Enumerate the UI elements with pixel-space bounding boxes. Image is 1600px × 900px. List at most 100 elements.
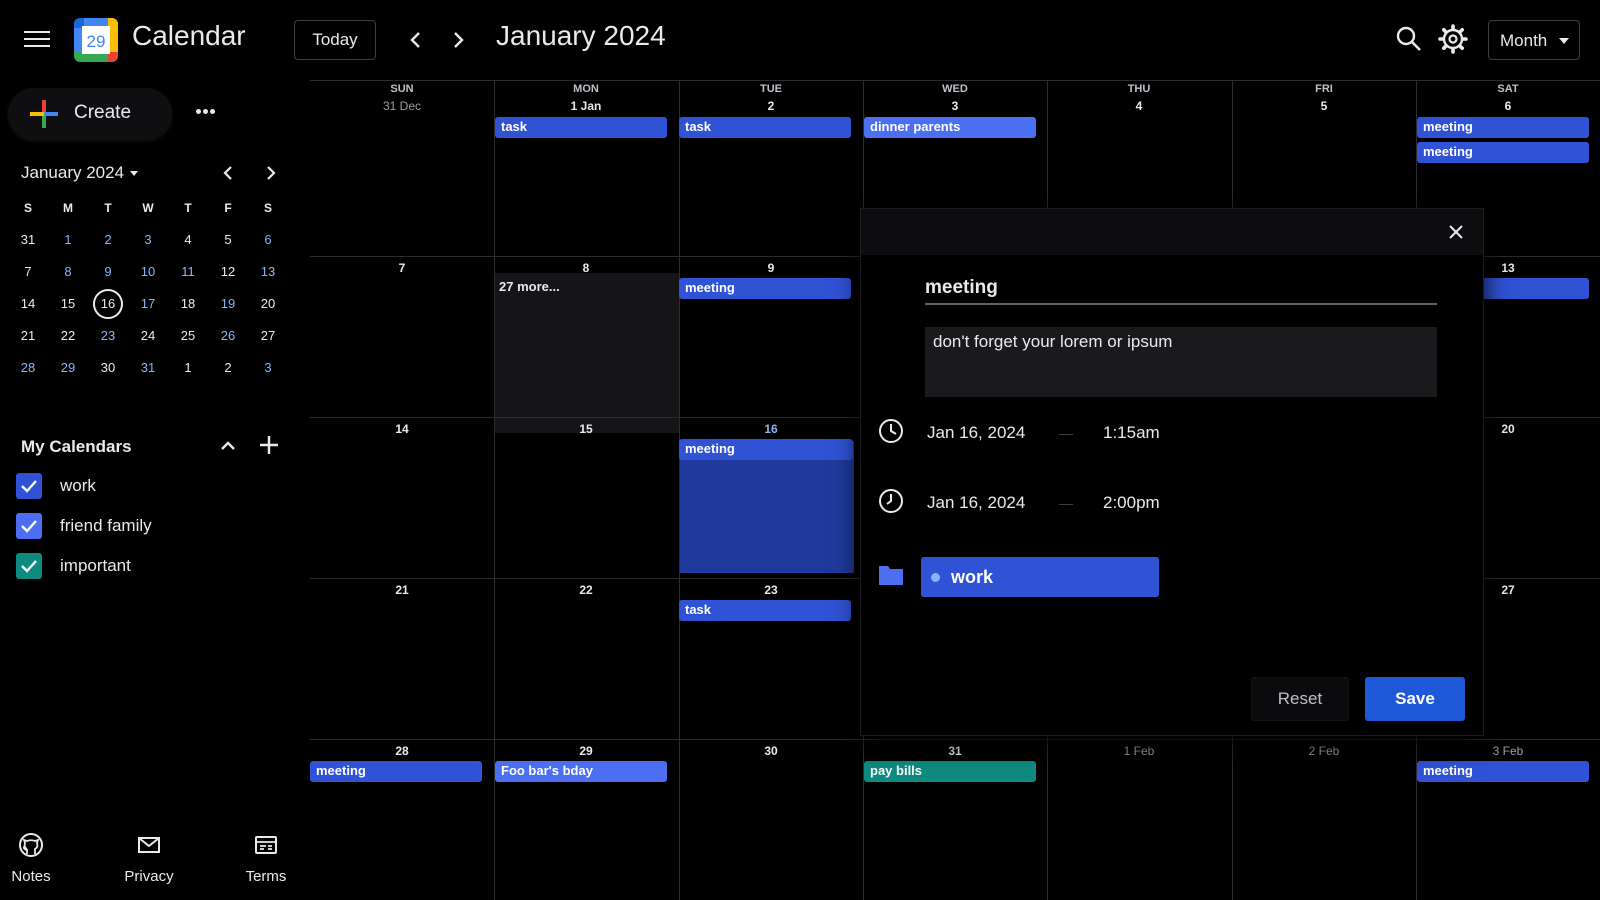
start-time-field[interactable]: 1:15am bbox=[1103, 423, 1160, 443]
day-number[interactable]: 3 Feb bbox=[1416, 744, 1600, 758]
event-chip[interactable]: task bbox=[679, 117, 851, 138]
day-number[interactable]: 15 bbox=[494, 422, 678, 436]
mini-day[interactable]: 7 bbox=[8, 256, 48, 288]
mini-day[interactable]: 30 bbox=[88, 352, 128, 384]
day-number[interactable]: 30 bbox=[679, 744, 863, 758]
mini-day[interactable]: 17 bbox=[128, 288, 168, 320]
day-number[interactable]: 29 bbox=[494, 744, 678, 758]
mini-day[interactable]: 2 bbox=[88, 224, 128, 256]
event-chip[interactable]: pay bills bbox=[864, 761, 1036, 782]
mini-day[interactable]: 31 bbox=[8, 224, 48, 256]
event-chip[interactable]: Foo bar's bday bbox=[495, 761, 667, 782]
mini-day[interactable]: 22 bbox=[48, 320, 88, 352]
event-title-input[interactable] bbox=[925, 273, 1437, 305]
dialog-drag-bar[interactable] bbox=[861, 209, 1483, 255]
day-number[interactable]: 31 bbox=[863, 744, 1047, 758]
mini-day[interactable]: 15 bbox=[48, 288, 88, 320]
calendar-select[interactable]: work bbox=[921, 557, 1159, 597]
mini-next-month-icon[interactable] bbox=[257, 160, 283, 186]
day-number[interactable]: 1 Jan bbox=[494, 99, 678, 113]
day-number[interactable]: 28 bbox=[310, 744, 494, 758]
day-number[interactable]: 14 bbox=[310, 422, 494, 436]
create-button[interactable]: Create bbox=[8, 88, 172, 140]
main-menu-icon[interactable] bbox=[24, 27, 50, 53]
calendar-item-work[interactable]: work bbox=[16, 471, 276, 501]
mini-day[interactable]: 27 bbox=[248, 320, 288, 352]
end-date-field[interactable]: Jan 16, 2024 bbox=[927, 493, 1025, 513]
mini-day[interactable]: 10 bbox=[128, 256, 168, 288]
save-button[interactable]: Save bbox=[1365, 677, 1465, 721]
reset-button[interactable]: Reset bbox=[1251, 677, 1349, 721]
day-number[interactable]: 4 bbox=[1047, 99, 1231, 113]
event-description-input[interactable]: don't forget your lorem or ipsum bbox=[925, 327, 1437, 397]
mini-day[interactable]: 1 bbox=[168, 352, 208, 384]
mini-day[interactable]: 14 bbox=[8, 288, 48, 320]
mini-prev-month-icon[interactable] bbox=[216, 160, 242, 186]
mini-day[interactable]: 31 bbox=[128, 352, 168, 384]
mini-day[interactable]: 2 bbox=[208, 352, 248, 384]
mini-day[interactable]: 8 bbox=[48, 256, 88, 288]
day-number[interactable]: 7 bbox=[310, 261, 494, 275]
start-date-field[interactable]: Jan 16, 2024 bbox=[927, 423, 1025, 443]
search-icon[interactable] bbox=[1394, 24, 1424, 54]
event-chip[interactable]: meeting bbox=[310, 761, 482, 782]
footer-link-notes[interactable]: Notes bbox=[0, 832, 66, 885]
day-number[interactable]: 5 bbox=[1232, 99, 1416, 113]
event-chip[interactable]: meeting bbox=[1417, 117, 1589, 138]
mini-day[interactable]: 23 bbox=[88, 320, 128, 352]
view-selector[interactable]: Month bbox=[1488, 20, 1580, 60]
mini-day[interactable]: 13 bbox=[248, 256, 288, 288]
day-number[interactable]: 22 bbox=[494, 583, 678, 597]
event-chip-selected[interactable]: meeting bbox=[679, 439, 853, 460]
end-time-field[interactable]: 2:00pm bbox=[1103, 493, 1160, 513]
more-events-link[interactable]: 27 more... bbox=[499, 279, 560, 294]
mini-day[interactable]: 21 bbox=[8, 320, 48, 352]
footer-link-privacy[interactable]: Privacy bbox=[114, 832, 184, 885]
day-number[interactable]: 21 bbox=[310, 583, 494, 597]
mini-day[interactable]: 20 bbox=[248, 288, 288, 320]
day-number[interactable]: 1 Feb bbox=[1047, 744, 1231, 758]
mini-day[interactable]: 5 bbox=[208, 224, 248, 256]
day-number[interactable]: 6 bbox=[1416, 99, 1600, 113]
mini-day[interactable]: 11 bbox=[168, 256, 208, 288]
mini-day[interactable]: 4 bbox=[168, 224, 208, 256]
mini-day[interactable]: 9 bbox=[88, 256, 128, 288]
calendar-item-friend-family[interactable]: friend family bbox=[16, 511, 276, 541]
next-month-icon[interactable] bbox=[442, 24, 474, 56]
mini-day[interactable]: 28 bbox=[8, 352, 48, 384]
calendar-item-important[interactable]: important bbox=[16, 551, 276, 581]
mini-day[interactable]: 18 bbox=[168, 288, 208, 320]
mini-day[interactable]: 24 bbox=[128, 320, 168, 352]
event-chip[interactable]: meeting bbox=[679, 278, 851, 299]
add-calendar-icon[interactable] bbox=[256, 432, 282, 458]
event-chip[interactable]: dinner parents bbox=[864, 117, 1036, 138]
event-chip[interactable]: meeting bbox=[1417, 142, 1589, 163]
day-number[interactable]: 31 Dec bbox=[310, 99, 494, 113]
event-chip[interactable]: meeting bbox=[1417, 761, 1589, 782]
today-button[interactable]: Today bbox=[294, 20, 376, 60]
event-chip[interactable]: task bbox=[495, 117, 667, 138]
mini-day[interactable]: 29 bbox=[48, 352, 88, 384]
mini-day[interactable]: 19 bbox=[208, 288, 248, 320]
day-number[interactable]: 3 bbox=[863, 99, 1047, 113]
day-number[interactable]: 8 bbox=[494, 261, 678, 275]
mini-day[interactable]: 26 bbox=[208, 320, 248, 352]
day-number[interactable]: 2 bbox=[679, 99, 863, 113]
checkbox-checked-icon[interactable] bbox=[16, 553, 42, 579]
checkbox-checked-icon[interactable] bbox=[16, 513, 42, 539]
mini-day[interactable]: 3 bbox=[128, 224, 168, 256]
more-options-icon[interactable] bbox=[196, 101, 222, 119]
chevron-up-icon[interactable] bbox=[215, 433, 241, 459]
mini-day[interactable]: 6 bbox=[248, 224, 288, 256]
event-chip[interactable]: task bbox=[679, 600, 851, 621]
day-number[interactable]: 23 bbox=[679, 583, 863, 597]
mini-calendar-title[interactable]: January 2024 bbox=[21, 163, 139, 183]
gear-icon[interactable] bbox=[1438, 24, 1468, 54]
mini-day[interactable]: 12 bbox=[208, 256, 248, 288]
mini-day[interactable]: 25 bbox=[168, 320, 208, 352]
mini-day[interactable]: 1 bbox=[48, 224, 88, 256]
footer-link-terms[interactable]: Terms bbox=[231, 832, 301, 885]
day-number[interactable]: 2 Feb bbox=[1232, 744, 1416, 758]
day-number-today[interactable]: 16 bbox=[679, 422, 863, 436]
checkbox-checked-icon[interactable] bbox=[16, 473, 42, 499]
